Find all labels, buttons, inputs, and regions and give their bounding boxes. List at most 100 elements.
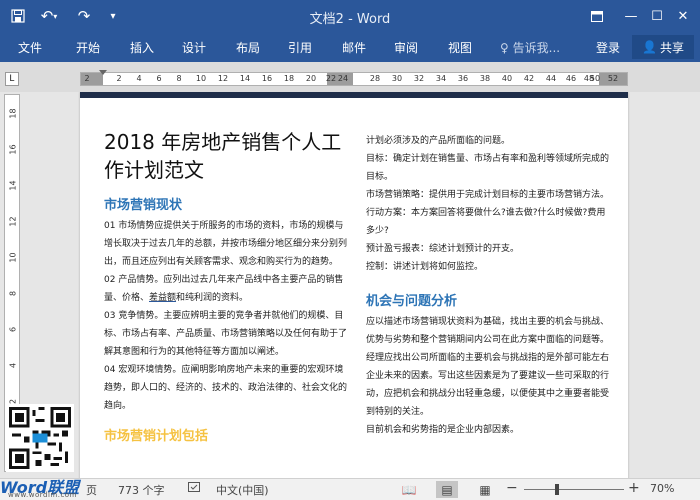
- ruler-tick: 30: [391, 74, 403, 83]
- status-bar: 页 773 个字 中文(中国) 📖 ▤ ▦ − + 70%: [0, 478, 700, 500]
- save-icon[interactable]: [6, 0, 30, 32]
- ruler-tick: 14: [239, 74, 251, 83]
- ruler-tick: 10: [195, 74, 207, 83]
- ruler-tick: 40: [501, 74, 513, 83]
- read-mode-icon[interactable]: 📖: [398, 481, 420, 498]
- ruler-tick: 22: [325, 74, 337, 83]
- document-area[interactable]: 2018 年房地产销售个人工作计划范文 市场营销现状 01 市场情势应提供关于所…: [24, 92, 700, 478]
- right-column: 计划必须涉及的产品所面临的问题。 目标：确定计划在销售量、市场占有率和盈利等领域…: [366, 132, 614, 439]
- paragraph[interactable]: 目标：确定计划在销售量、市场占有率和盈利等领域所完成的目标。: [366, 150, 614, 186]
- ruler-tick: 10: [8, 252, 18, 263]
- zoom-out-button[interactable]: −: [506, 480, 518, 496]
- language-indicator[interactable]: 中文(中国): [216, 482, 269, 498]
- ruler-area: L 2 2 4 6 8 10 12 14 16 18 20 22 24 28 3…: [0, 62, 700, 92]
- document-title[interactable]: 2018 年房地产销售个人工作计划范文: [104, 128, 350, 184]
- tab-review[interactable]: 审阅: [394, 39, 418, 56]
- undo-icon[interactable]: ↶ ▾: [34, 0, 64, 32]
- ruler-tick: 28: [369, 74, 381, 83]
- ruler-tick: 2: [84, 74, 90, 83]
- tab-view[interactable]: 视图: [448, 39, 472, 56]
- ruler-tick: 46: [565, 74, 577, 83]
- tab-references[interactable]: 引用: [288, 39, 312, 56]
- tab-selector[interactable]: L: [5, 72, 19, 86]
- paragraph[interactable]: 预计盈亏报表：综述计划预计的开支。: [366, 240, 614, 258]
- paragraph[interactable]: 03 竞争情势。主要应辨明主要的竞争者并就他们的规模、目标、市场占有率、产品质量…: [104, 307, 350, 361]
- tab-home[interactable]: 开始: [76, 39, 100, 56]
- misspelled-word[interactable]: 差益额: [149, 293, 176, 303]
- ruler-tick: 18: [8, 108, 18, 119]
- share-label: 共享: [659, 40, 684, 55]
- ruler-tick: 14: [8, 180, 18, 191]
- ruler-tick: 38: [479, 74, 491, 83]
- tab-layout[interactable]: 布局: [236, 39, 260, 56]
- redo-icon[interactable]: ↷: [72, 0, 96, 32]
- tell-me-label: 告诉我...: [512, 41, 561, 55]
- proofing-icon[interactable]: [188, 482, 202, 497]
- vertical-scrollbar[interactable]: [684, 92, 700, 478]
- ruler-tick: 20: [305, 74, 317, 83]
- zoom-slider-thumb[interactable]: [555, 484, 560, 495]
- chevron-down-icon[interactable]: ▾: [102, 0, 124, 32]
- word-count[interactable]: 773 个字: [118, 482, 165, 498]
- print-layout-icon[interactable]: ▤: [436, 481, 458, 498]
- ruler-tick: 42: [523, 74, 535, 83]
- ruler-tick: 52: [607, 74, 619, 83]
- sign-in-link[interactable]: 登录: [596, 39, 620, 56]
- left-column: 2018 年房地产销售个人工作计划范文 市场营销现状 01 市场情势应提供关于所…: [104, 128, 350, 448]
- ruler-tick: 4: [136, 74, 142, 83]
- first-line-indent-marker[interactable]: [99, 70, 107, 75]
- share-button[interactable]: 👤 共享: [632, 35, 694, 59]
- ruler-tick: 6: [156, 74, 162, 83]
- horizontal-ruler[interactable]: 2 2 4 6 8 10 12 14 16 18 20 22 24 28 30 …: [80, 70, 628, 86]
- tab-design[interactable]: 设计: [182, 39, 206, 56]
- paragraph[interactable]: 经理应找出公司所面临的主要机会与挑战指的是外部可能左右企业未来的因素。写出这些因…: [366, 349, 614, 421]
- tab-insert[interactable]: 插入: [130, 39, 154, 56]
- ruler-tick: 8: [176, 74, 182, 83]
- ruler-tick: 36: [457, 74, 469, 83]
- ruler-tick: 32: [413, 74, 425, 83]
- page-indicator[interactable]: 页: [86, 482, 97, 498]
- section-heading[interactable]: 机会与问题分析: [366, 290, 614, 309]
- zoom-level[interactable]: 70%: [650, 482, 674, 495]
- web-layout-icon[interactable]: ▦: [474, 481, 496, 498]
- ruler-tick: 34: [435, 74, 447, 83]
- ribbon-display-options-icon[interactable]: [580, 0, 614, 32]
- ruler-tick: 12: [217, 74, 229, 83]
- watermark-url: www.wordlm.com: [8, 491, 77, 499]
- ruler-tick: 4: [8, 362, 18, 369]
- qr-code-image: [9, 407, 71, 469]
- ruler-tick: 16: [261, 74, 273, 83]
- title-bar: ↶ ▾ ↷ ▾ 文档2 - Word — ☐ ✕: [0, 0, 700, 32]
- document-page[interactable]: 2018 年房地产销售个人工作计划范文 市场营销现状 01 市场情势应提供关于所…: [80, 92, 628, 478]
- ruler-tick: 44: [545, 74, 557, 83]
- ruler-tick: 18: [283, 74, 295, 83]
- paragraph[interactable]: 02 产品情势。应列出过去几年来产品线中各主要产品的销售量、价格、差益额和纯利润…: [104, 271, 350, 307]
- tab-mailings[interactable]: 邮件: [342, 39, 366, 56]
- paragraph[interactable]: 控制：讲述计划将如何监控。: [366, 258, 614, 276]
- paragraph[interactable]: 04 宏观环境情势。应阐明影响房地产未来的重要的宏观环境趋势，即人口的、经济的、…: [104, 361, 350, 415]
- ruler-tick: 6: [8, 326, 18, 333]
- ruler-tick: 50: [589, 74, 601, 83]
- paragraph[interactable]: 应以描述市场营销现状资料为基础，找出主要的机会与挑战、优势与劣势和整个营销期间内…: [366, 313, 614, 349]
- section-heading[interactable]: 市场营销计划包括: [104, 425, 350, 444]
- ruler-tick: 12: [8, 216, 18, 227]
- ribbon-tabs: 文件 开始 插入 设计 布局 引用 邮件 审阅 视图 ♀ 告诉我... 登录 👤…: [0, 32, 700, 62]
- zoom-in-button[interactable]: +: [628, 480, 640, 496]
- tab-file[interactable]: 文件: [18, 39, 42, 56]
- paragraph[interactable]: 市场营销策略：提供用于完成计划目标的主要市场营销方法。: [366, 186, 614, 204]
- paragraph[interactable]: 01 市场情势应提供关于所服务的市场的资料，市场的规模与增长取决于过去几年的总额…: [104, 217, 350, 271]
- page-header-band: [80, 92, 628, 98]
- paragraph[interactable]: 行动方案：本方案回答将要做什么?谁去做?什么时候做?费用多少?: [366, 204, 614, 240]
- tell-me-box[interactable]: ♀ 告诉我...: [500, 39, 560, 56]
- close-button[interactable]: ✕: [666, 0, 700, 32]
- ruler-tick: 16: [8, 144, 18, 155]
- lightbulb-icon: ♀: [500, 41, 509, 55]
- ruler-tick: 8: [8, 290, 18, 297]
- section-heading[interactable]: 市场营销现状: [104, 194, 350, 213]
- ruler-tick: 24: [337, 74, 349, 83]
- paragraph-text: 和纯利润的资料。: [176, 293, 249, 303]
- zoom-slider-track[interactable]: [524, 489, 624, 490]
- person-icon: 👤: [642, 40, 657, 54]
- paragraph[interactable]: 目前机会和劣势指的是企业内部因素。: [366, 421, 614, 439]
- paragraph[interactable]: 计划必须涉及的产品所面临的问题。: [366, 132, 614, 150]
